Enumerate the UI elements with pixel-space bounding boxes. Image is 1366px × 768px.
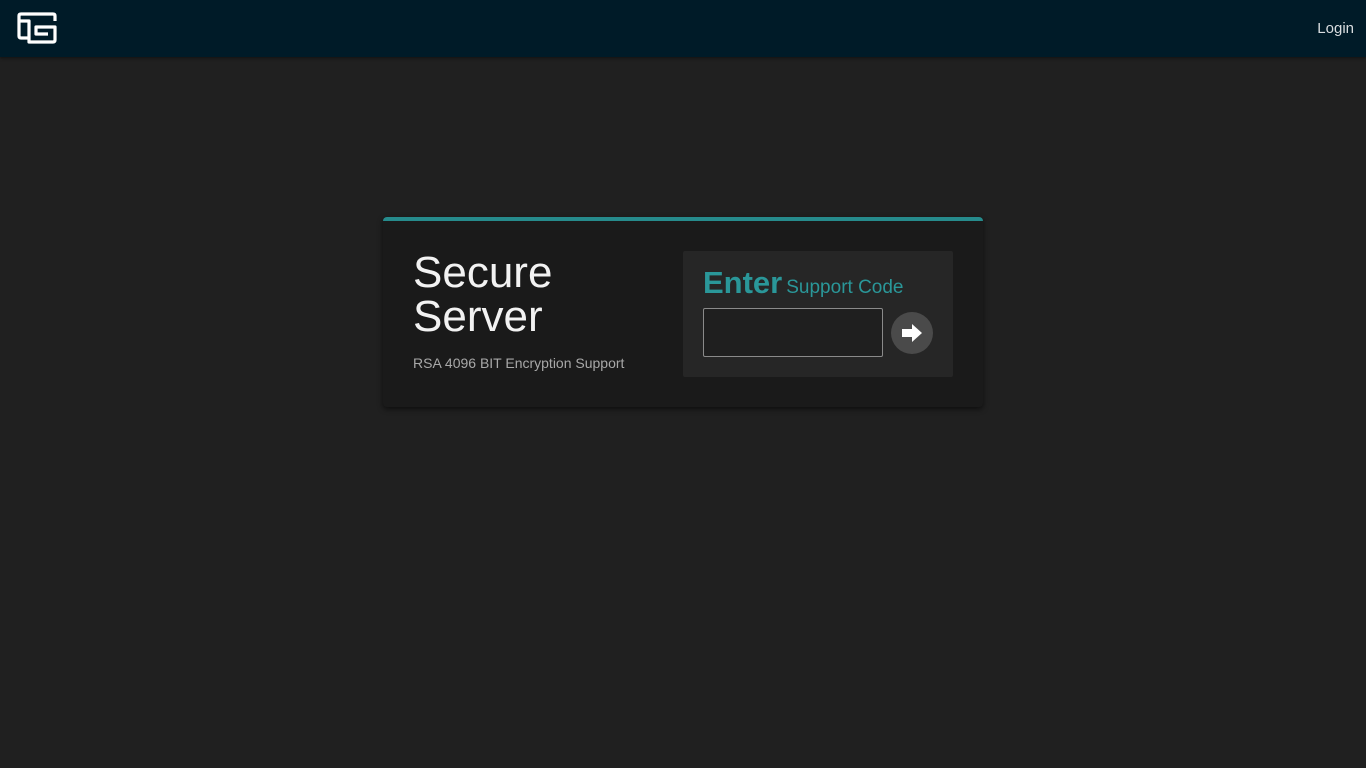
support-code-input[interactable] xyxy=(703,308,883,357)
submit-code-button[interactable] xyxy=(891,312,933,354)
title-line-1: Secure xyxy=(413,248,553,297)
support-card: Secure Server RSA 4096 BIT Encryption Su… xyxy=(383,217,983,407)
terminal-window-icon[interactable] xyxy=(16,12,58,46)
heading-support-code: Support Code xyxy=(786,277,904,298)
page-title: Secure Server xyxy=(413,251,653,339)
top-navbar: Login xyxy=(0,0,1366,57)
title-line-2: Server xyxy=(413,292,543,341)
arrow-right-icon xyxy=(902,324,922,342)
support-code-heading: Enter Support Code xyxy=(703,265,904,301)
login-link[interactable]: Login xyxy=(1317,20,1354,37)
support-code-panel: Enter Support Code xyxy=(683,251,953,377)
heading-enter: Enter xyxy=(703,265,783,300)
encryption-subtitle: RSA 4096 BIT Encryption Support xyxy=(413,355,625,371)
